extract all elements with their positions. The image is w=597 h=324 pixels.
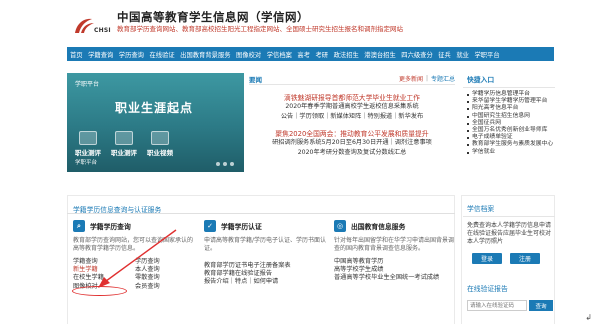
link-exam-scores[interactable]: 普通高等学校毕业生全国统一考试成绩: [334, 274, 458, 282]
news-block-1: 滴铁魅湖研报导首都师范大学毕业生就业工作 2020年春季学期普通高校学生返校信息…: [249, 92, 455, 122]
news-line[interactable]: 2020年春季学期普通高校学生返校信息采集系统: [249, 102, 455, 112]
news-block-2: 聚焦2020全国两会：推动教育公平发展和质量提升 研招调剂服务系统5月20日至6…: [249, 128, 455, 158]
news-line[interactable]: 研招调剂服务系统5月20日至6月30日开通｜调剂注意事项: [249, 138, 455, 148]
nav-item-verify[interactable]: 在线验证: [149, 50, 174, 59]
verify-title: 在线验证报告: [467, 285, 508, 293]
banner-footer: 学职平台: [75, 160, 98, 166]
col-xueli-auth: ✓ 学籍学历认证 申请高等教育学籍/学历电子认证、学历书面认证。 教育部学历证书电…: [204, 220, 328, 287]
site-header: CHSI 中国高等教育学生信息网（学信网） 教育部学历查询网站、教育部高校招生阳…: [0, 0, 597, 46]
banner-btn-label: 职业测评: [111, 149, 137, 157]
nav-item-law[interactable]: 政法招生: [334, 50, 359, 59]
news-tabs: 要闻 更多新闻 | 专题汇总: [249, 73, 455, 85]
login-button[interactable]: 登录: [472, 253, 502, 264]
nav-item-hmt[interactable]: 港澳台招生: [364, 50, 395, 59]
divider: |: [425, 75, 428, 82]
quick-links: 快捷入口 学籍学历信息管理平台 来华留学生学籍学历管理平台 阳光高考信息平台 中…: [463, 72, 555, 188]
more-news-link[interactable]: 更多新闻: [399, 74, 423, 83]
verify-row: 查询: [467, 300, 553, 311]
chsi-logo-icon[interactable]: [72, 15, 96, 35]
logo-text: CHSI: [94, 27, 111, 34]
col-desc: 针对每年出国留学和在华学习申请出国背景调查的国内教育背景调查信息服务。: [334, 237, 455, 252]
nav-item-archive[interactable]: 学信档案: [267, 50, 292, 59]
banner-btn-3[interactable]: 职业视频: [147, 131, 173, 157]
main-nav: 首页 学籍查询 学历查询 在线验证 出国教育背景服务 图像校对 学信档案 高考 …: [67, 47, 554, 61]
col-abroad: ◎ 出国教育信息服务 针对每年出国留学和在华学习申请出国背景调查的国内教育背景调查…: [334, 220, 458, 283]
quick-links-title: 快捷入口: [463, 72, 555, 88]
link-report-info[interactable]: 报告介绍｜特点｜如何申请: [204, 278, 328, 286]
certificate-icon: ✓: [204, 220, 216, 232]
quick-link[interactable]: 教育部学生服务与素质发展中心: [467, 141, 555, 148]
quick-link[interactable]: 中国研究生招生信息网: [467, 113, 555, 120]
site-description: 教育部学历查询网站、教育部高校招生阳光工程指定网站、全国硕士研究生招生报名和调剂…: [117, 25, 403, 33]
archive-text: 免费查询本人学籍学历信息申请在线验证报告应届毕业生可校对本人学历照片: [467, 222, 552, 245]
col-head-label[interactable]: 出国教育信息服务: [351, 221, 405, 231]
career-banner[interactable]: 学职平台 职业生涯起点 职业测评 职业测评 职业视频 学职平台: [67, 73, 244, 172]
tab-news[interactable]: 要闻: [249, 74, 262, 84]
test-icon: [115, 131, 133, 145]
site-title[interactable]: 中国高等教育学生信息网（学信网）: [117, 9, 309, 25]
news-line[interactable]: 2020年考研分数查询及复试分数线汇总: [249, 148, 455, 158]
link-cert-record[interactable]: 教育部学历证书电子注册备案表: [204, 262, 328, 270]
nav-item-kaoyan[interactable]: 考研: [316, 50, 329, 59]
nav-item-army[interactable]: 征兵: [438, 50, 451, 59]
quick-link[interactable]: 阳光高考信息平台: [467, 105, 555, 112]
nav-item-gaokao[interactable]: 高考: [297, 50, 310, 59]
quick-link[interactable]: 全国征兵网: [467, 120, 555, 127]
test-icon: [79, 131, 97, 145]
banner-btn-1[interactable]: 职业测评: [75, 131, 101, 157]
col-desc: 申请高等教育学籍/学历电子认证、学历书面认证。: [204, 237, 327, 252]
register-button[interactable]: 注册: [510, 253, 540, 264]
link-higher-ed[interactable]: 中国高等教育学历: [334, 258, 458, 266]
verify-query-button[interactable]: 查询: [529, 300, 553, 311]
nav-item-job[interactable]: 就业: [456, 50, 469, 59]
video-icon: [151, 131, 169, 145]
divider: [67, 213, 455, 214]
banner-btn-2[interactable]: 职业测评: [111, 131, 137, 157]
quick-link[interactable]: 学信就业: [467, 149, 555, 156]
annotation-circle: [72, 286, 127, 296]
globe-icon: ◎: [334, 220, 346, 232]
col-head-label[interactable]: 学籍学历认证: [221, 221, 262, 231]
archive-box: 学信档案 免费查询本人学籍学历信息申请在线验证报告应届毕业生可校对本人学历照片 …: [463, 203, 555, 264]
nav-item-career[interactable]: 学职平台: [474, 50, 499, 59]
banner-btn-label: 职业测评: [75, 149, 101, 157]
carousel-dots[interactable]: [216, 162, 234, 166]
nav-item-photo[interactable]: 图像校对: [236, 50, 261, 59]
nav-item-xueli[interactable]: 学历查询: [119, 50, 144, 59]
banner-title: 职业生涯起点: [115, 101, 194, 115]
news-headline[interactable]: 滴铁魅湖研报导首都师范大学毕业生就业工作: [249, 92, 455, 102]
special-topics-link[interactable]: 专题汇总: [431, 74, 455, 83]
nav-item-cet[interactable]: 四六级查分: [401, 50, 432, 59]
nav-item-home[interactable]: 首页: [70, 50, 83, 59]
banner-btn-label: 职业视频: [147, 149, 173, 157]
verify-code-input[interactable]: [467, 300, 527, 311]
banner-logo: 学职平台: [75, 81, 100, 88]
archive-title: 学信档案: [463, 203, 555, 217]
banner-buttons: 职业测评 职业测评 职业视频: [75, 131, 173, 157]
news-headline[interactable]: 聚焦2020全国两会：推动教育公平发展和质量提升: [249, 128, 455, 138]
return-mark: ↲: [585, 313, 592, 322]
nav-item-xueji[interactable]: 学籍查询: [88, 50, 113, 59]
nav-item-abroad[interactable]: 出国教育背景服务: [180, 50, 230, 59]
news-line[interactable]: 公告｜学历领取｜新媒体矩阵｜特别报道｜新华发布: [249, 112, 455, 122]
